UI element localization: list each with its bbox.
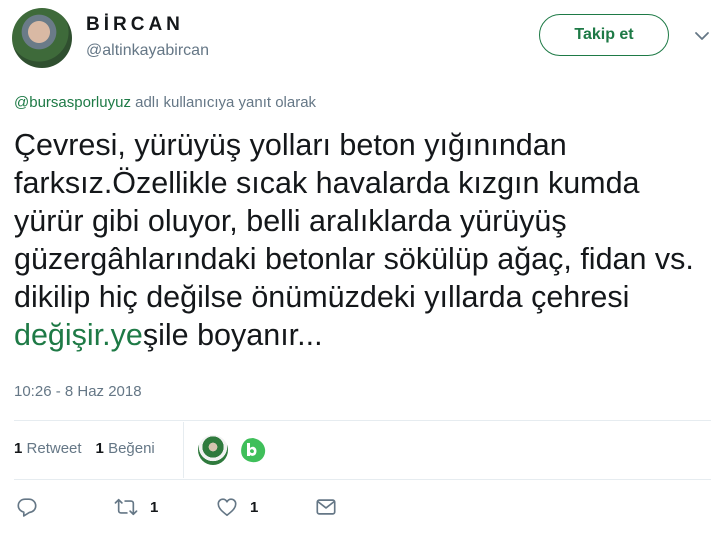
tweet-text-after-link: şile boyanır... — [142, 318, 323, 352]
author-display-name[interactable]: BİRCAN — [86, 14, 184, 36]
like-count: 1 — [250, 498, 259, 516]
retweet-icon — [114, 498, 138, 516]
divider — [14, 420, 711, 421]
divider — [14, 479, 711, 480]
reply-context: @bursasporluyuz adlı kullanıcıya yanıt o… — [14, 94, 316, 111]
liker-avatar[interactable] — [198, 435, 228, 465]
bg-logo-icon — [241, 438, 266, 463]
engagement-stats: 1 Retweet 1 Beğeni — [14, 440, 155, 457]
retweet-stat-count: 1 — [14, 440, 23, 457]
tweet-actions: 1 1 — [0, 496, 718, 524]
like-button[interactable]: 1 — [216, 496, 258, 518]
tweet-link[interactable]: değişir.ye — [14, 318, 143, 352]
avatar[interactable] — [12, 8, 72, 68]
reply-icon — [17, 498, 37, 517]
tweet-text: Çevresi, yürüyüş yolları beton yığınında… — [14, 126, 714, 354]
retweet-stat[interactable]: 1 Retweet — [14, 440, 82, 457]
chevron-down-icon[interactable] — [694, 28, 710, 44]
retweet-count: 1 — [150, 498, 159, 516]
like-stat[interactable]: 1 Beğeni — [96, 440, 155, 457]
tweet-timestamp[interactable]: 10:26 - 8 Haz 2018 — [14, 383, 142, 400]
reply-button[interactable] — [16, 496, 38, 518]
retweet-button[interactable]: 1 — [114, 496, 158, 518]
like-stat-label: Beğeni — [108, 440, 155, 457]
retweet-stat-label: Retweet — [26, 440, 82, 457]
tweet-text-before-link: Çevresi, yürüyüş yolları beton yığınında… — [14, 128, 703, 314]
follow-button[interactable]: Takip et — [539, 14, 669, 56]
like-stat-count: 1 — [95, 440, 104, 457]
stats-divider — [183, 422, 184, 478]
reply-mention-link[interactable]: @bursasporluyuz — [14, 94, 131, 111]
reply-context-text: adlı kullanıcıya yanıt olarak — [130, 94, 317, 111]
liker-avatar[interactable] — [238, 435, 268, 465]
direct-message-button[interactable] — [315, 496, 337, 518]
author-handle[interactable]: @altinkayabircan — [86, 42, 209, 60]
heart-icon — [217, 498, 237, 517]
dm-envelope-icon — [316, 499, 336, 515]
